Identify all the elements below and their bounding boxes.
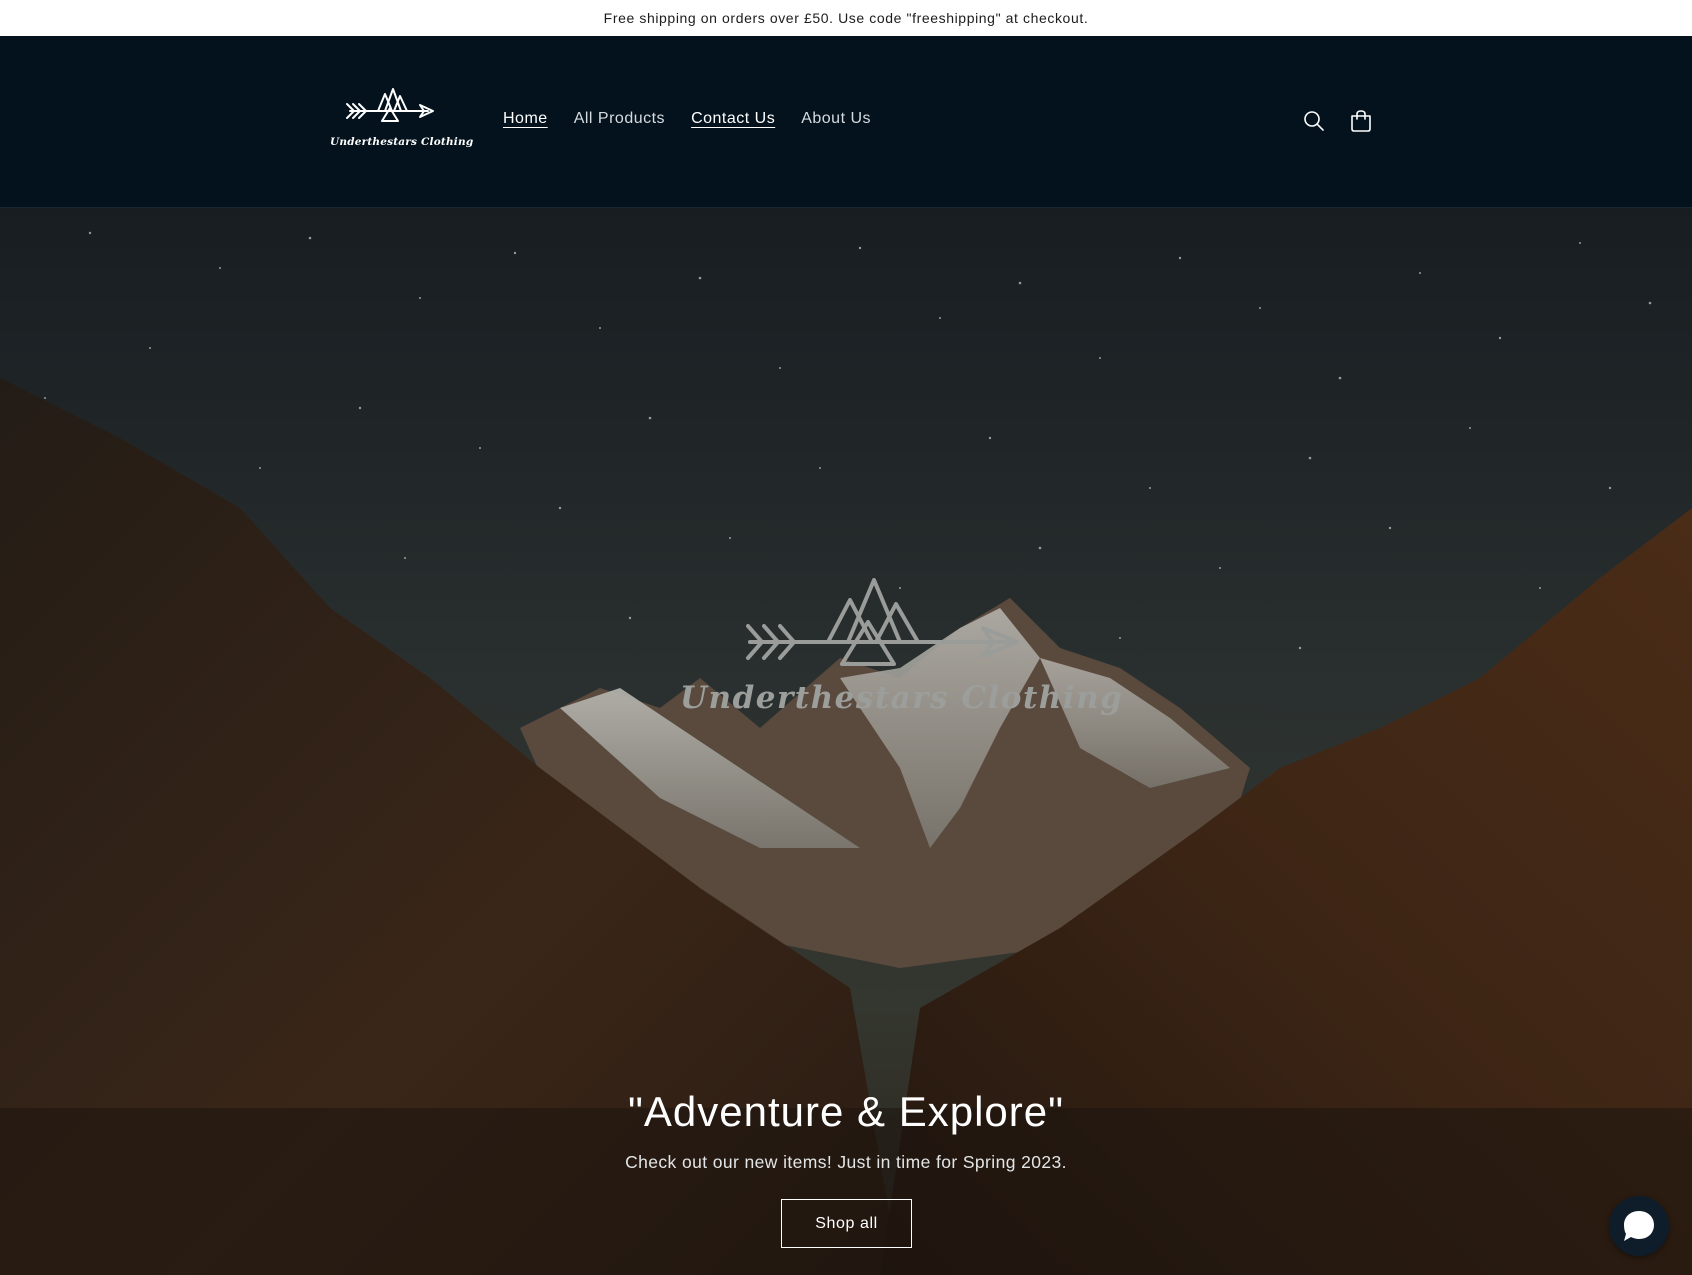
logo-text: Underthestars Clothing [330, 136, 474, 148]
cart-button[interactable] [1344, 104, 1378, 138]
search-icon [1304, 111, 1324, 131]
hero-title: "Adventure & Explore" [627, 1088, 1065, 1135]
hero-subtitle: Check out our new items! Just in time fo… [625, 1152, 1067, 1172]
logo-mark-icon [346, 88, 434, 122]
hero-banner: Underthestars Clothing "Adventure & Expl… [0, 208, 1692, 1275]
announcement-bar: Free shipping on orders over £50. Use co… [0, 0, 1692, 36]
site-header: Underthestars Clothing Home All Products… [0, 36, 1692, 208]
nav-home[interactable]: Home [503, 110, 548, 128]
cart-icon [1351, 110, 1371, 132]
site-logo[interactable]: Underthestars Clothing [330, 82, 474, 162]
announcement-text: Free shipping on orders over £50. Use co… [603, 10, 1089, 26]
hero-logo-text: Underthestars Clothing [680, 680, 1124, 716]
chat-bubble-icon [1624, 1211, 1654, 1241]
hero-logo: Underthestars Clothing [680, 578, 1124, 758]
search-button[interactable] [1297, 104, 1331, 138]
main-nav: Home All Products Contact Us About Us [503, 110, 871, 128]
nav-contact-us[interactable]: Contact Us [691, 110, 775, 128]
chat-button[interactable] [1609, 1196, 1669, 1256]
nav-about-us[interactable]: About Us [801, 110, 871, 128]
nav-all-products[interactable]: All Products [574, 110, 665, 128]
hero-logo-mark-icon [746, 578, 1019, 666]
shop-all-button[interactable]: Shop all [781, 1199, 912, 1248]
